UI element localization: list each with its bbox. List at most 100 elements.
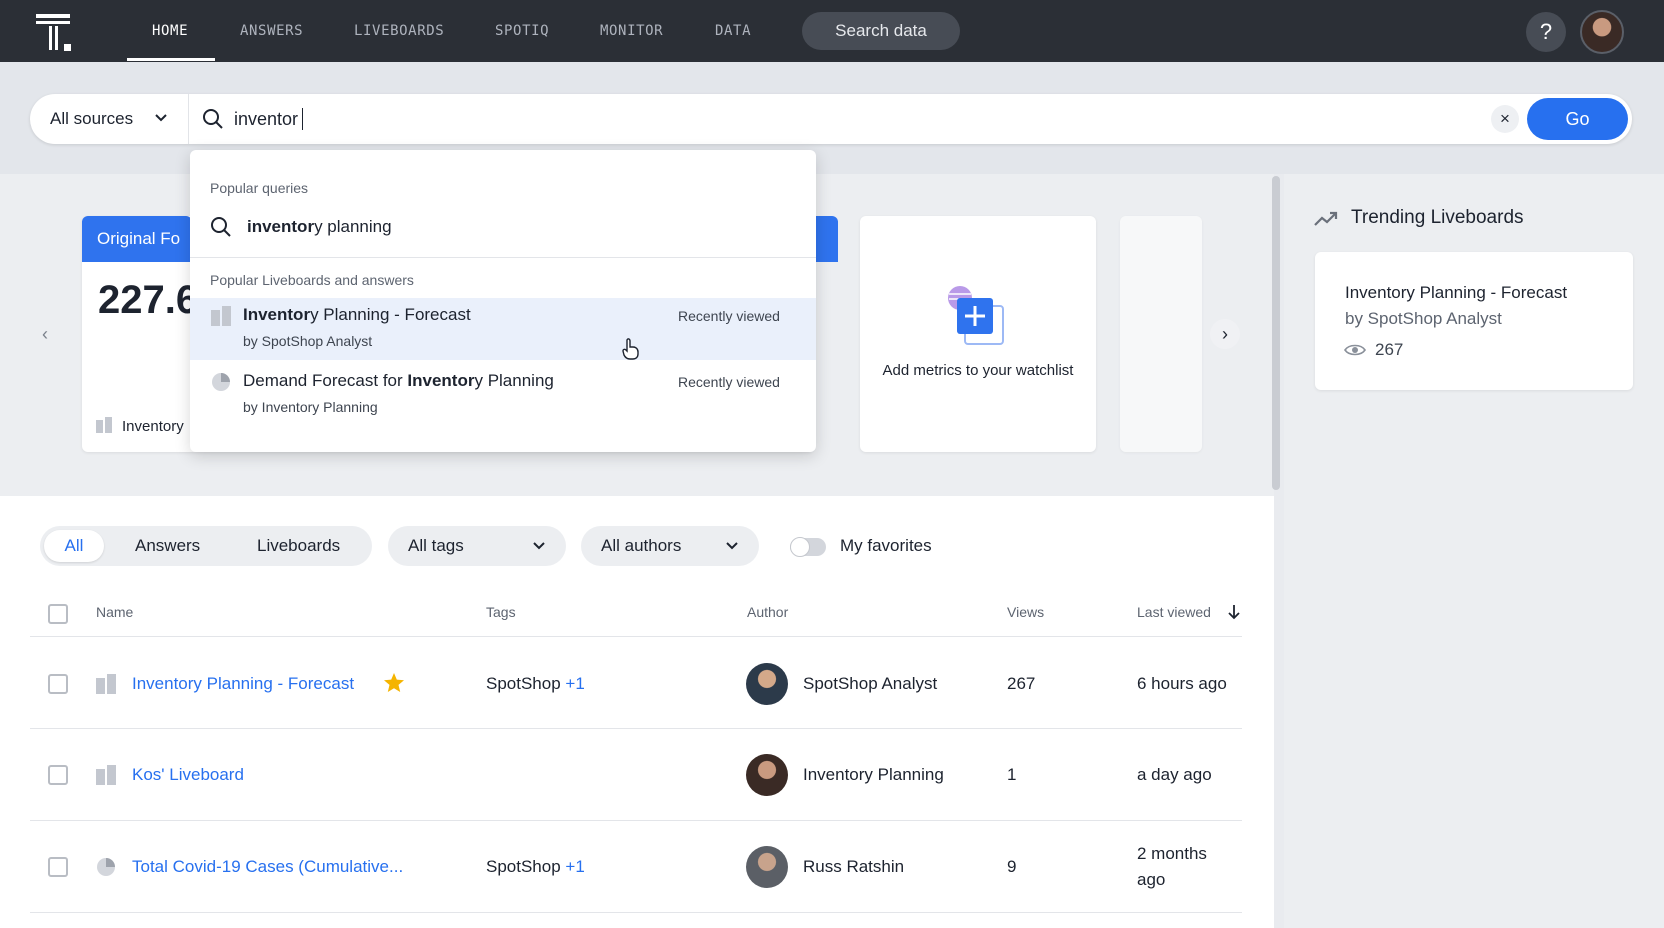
toggle-knob <box>790 537 810 557</box>
partial-card <box>1120 216 1202 452</box>
carousel-next-button[interactable]: › <box>1210 319 1240 349</box>
nav-answers[interactable]: ANSWERS <box>240 0 303 62</box>
row-author: Russ Ratshin <box>803 857 905 876</box>
search-input[interactable]: inventor <box>234 94 298 144</box>
chevron-down-icon <box>726 542 738 550</box>
popular-items-label: Popular Liveboards and answers <box>210 272 414 288</box>
thoughtspot-logo-icon[interactable] <box>34 12 76 54</box>
help-button[interactable]: ? <box>1526 12 1566 52</box>
favorite-star-icon[interactable] <box>383 672 405 694</box>
add-metrics-label: Add metrics to your watchlist <box>882 362 1074 379</box>
row-views: 267 <box>1007 674 1036 693</box>
nav-data[interactable]: DATA <box>715 0 751 62</box>
author-avatar <box>746 663 788 705</box>
popular-queries-label: Popular queries <box>210 180 309 196</box>
suggestion-title[interactable]: Demand Forecast for Inventory Planning <box>243 371 554 391</box>
query-rest: y planning <box>314 217 392 236</box>
title-rest: y Planning <box>474 371 554 390</box>
row-last-viewed: 6 hours ago <box>1137 674 1227 693</box>
column-header-tags[interactable]: Tags <box>486 604 516 620</box>
filter-liveboards[interactable]: Liveboards <box>257 526 340 566</box>
trending-item-views: 267 <box>1375 340 1404 359</box>
suggestion-title: Inventory Planning - Forecast <box>243 305 471 325</box>
row-tags[interactable]: SpotShop +1 <box>486 674 585 694</box>
row-divider <box>30 820 1242 821</box>
row-checkbox[interactable] <box>48 857 68 877</box>
search-icon <box>203 109 223 129</box>
text-caret <box>302 108 303 130</box>
title-match: Inventor <box>407 371 475 390</box>
liveboard-icon <box>211 306 231 326</box>
liveboard-icon <box>96 765 116 785</box>
row-views: 1 <box>1007 765 1017 784</box>
row-author: Inventory Planning <box>803 765 944 784</box>
column-header-author[interactable]: Author <box>747 604 788 620</box>
nav-monitor[interactable]: MONITOR <box>600 0 663 62</box>
row-name-link[interactable]: Inventory Planning - Forecast <box>132 674 354 694</box>
trending-item-author: by SpotShop Analyst <box>1345 309 1502 328</box>
liveboard-icon <box>96 417 112 433</box>
row-last-viewed-cont: ago <box>1137 870 1166 889</box>
dropdown-divider <box>190 257 816 258</box>
tag-more: +1 <box>565 857 585 876</box>
title-pre: Demand Forecast for <box>243 371 408 390</box>
suggestion-author: by Inventory Planning <box>243 399 378 415</box>
scrollbar[interactable] <box>1272 176 1280 490</box>
carousel-prev-button[interactable]: ‹ <box>30 319 60 349</box>
query-match: inventor <box>247 217 315 236</box>
nav-home[interactable]: HOME <box>152 0 188 62</box>
source-select[interactable]: All sources <box>50 94 133 144</box>
clear-search-button[interactable]: × <box>1491 105 1519 133</box>
row-divider <box>30 912 1242 913</box>
answer-chart-icon <box>212 373 230 391</box>
nav-liveboards[interactable]: LIVEBOARDS <box>354 0 444 62</box>
tag-label: SpotShop <box>486 674 561 693</box>
go-button[interactable]: Go <box>1527 98 1628 140</box>
row-tags[interactable]: SpotShop +1 <box>486 857 585 877</box>
filter-answers[interactable]: Answers <box>135 526 200 566</box>
row-name-link[interactable]: Kos' Liveboard <box>132 765 244 785</box>
column-header-last-viewed[interactable]: Last viewed <box>1137 604 1211 620</box>
liveboard-icon <box>96 674 116 694</box>
chevron-down-icon <box>533 542 545 550</box>
row-last-viewed: a day ago <box>1137 765 1212 784</box>
search-data-button[interactable]: Search data <box>802 12 960 50</box>
eye-icon <box>1344 344 1366 356</box>
tag-label: SpotShop <box>486 857 561 876</box>
column-header-name[interactable]: Name <box>96 604 133 620</box>
suggested-query[interactable]: inventory planning <box>247 217 392 237</box>
column-header-views[interactable]: Views <box>1007 604 1044 620</box>
title-rest: y Planning - Forecast <box>310 305 471 324</box>
kpi-card-header: Original Fo <box>82 216 192 262</box>
author-avatar <box>746 754 788 796</box>
tag-more: +1 <box>565 674 585 693</box>
sort-down-icon[interactable] <box>1227 604 1241 620</box>
row-divider <box>30 728 1242 729</box>
author-avatar <box>746 846 788 888</box>
search-icon <box>211 217 231 237</box>
row-checkbox[interactable] <box>48 765 68 785</box>
kpi-card-source: Inventory <box>122 418 184 435</box>
row-author: SpotShop Analyst <box>803 674 938 693</box>
chevron-down-icon[interactable] <box>154 111 168 125</box>
suggestion-meta: Recently viewed <box>678 308 780 324</box>
row-name-link[interactable]: Total Covid-19 Cases (Cumulative... <box>132 857 403 877</box>
trending-item-name[interactable]: Inventory Planning - Forecast <box>1345 283 1567 303</box>
kpi-value: 227.6 <box>98 278 199 322</box>
select-all-checkbox[interactable] <box>48 604 68 624</box>
favorites-label: My favorites <box>840 536 932 555</box>
user-avatar[interactable] <box>1580 10 1624 54</box>
row-divider <box>30 636 1242 637</box>
add-metric-icon[interactable] <box>945 284 1011 350</box>
answer-chart-icon <box>97 858 115 876</box>
divider <box>188 94 189 144</box>
nav-spotiq[interactable]: SPOTIQ <box>495 0 549 62</box>
trending-title: Trending Liveboards <box>1351 207 1524 228</box>
trending-icon <box>1314 211 1338 226</box>
row-checkbox[interactable] <box>48 674 68 694</box>
filter-all[interactable]: All <box>44 530 104 562</box>
nav-active-indicator <box>127 58 215 61</box>
row-views: 9 <box>1007 857 1017 876</box>
row-last-viewed: 2 months <box>1137 844 1207 863</box>
suggestion-meta: Recently viewed <box>678 374 780 390</box>
